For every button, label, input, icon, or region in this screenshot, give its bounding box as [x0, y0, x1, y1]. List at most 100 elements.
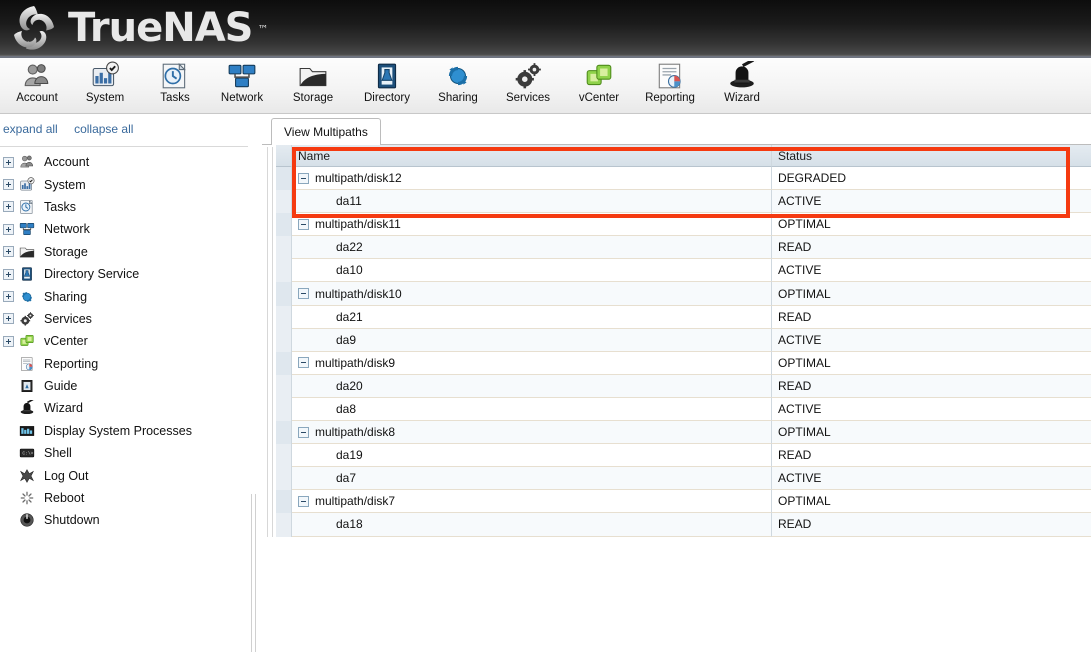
status-badge: ACTIVE: [778, 401, 822, 416]
expand-plus-icon[interactable]: [3, 335, 14, 347]
cell-status: ACTIVE: [772, 397, 1091, 422]
toolbar-item-sharing[interactable]: Sharing: [421, 61, 495, 111]
cell-name-text: da20: [336, 378, 363, 393]
system-icon: [19, 176, 37, 193]
multipaths-panel: Name Status multipath/disk12 DEGRADED da11 AC…: [262, 145, 1091, 539]
cell-status: ACTIVE: [772, 467, 1091, 491]
sidebar-item-label: Storage: [44, 244, 88, 259]
collapse-all-link[interactable]: collapse all: [74, 122, 133, 136]
sidebar-item-directory-service[interactable]: Directory Service: [0, 263, 260, 285]
content-area: View Multipaths Name Status multipath/disk…: [262, 114, 1091, 539]
sidebar-item-reboot[interactable]: Reboot: [0, 487, 260, 509]
sidebar-item-vcenter[interactable]: vCenter: [0, 330, 260, 352]
toolbar-item-tasks[interactable]: Tasks: [138, 61, 212, 111]
sidebar-scrollbar[interactable]: [248, 114, 262, 652]
toolbar-item-storage[interactable]: Storage: [276, 61, 350, 111]
table-row[interactable]: da18 READ: [276, 513, 1091, 537]
cell-name-text: multipath/disk11: [315, 217, 401, 232]
table-row[interactable]: multipath/disk9 OPTIMAL: [276, 351, 1091, 375]
table-row[interactable]: da11 ACTIVE: [276, 190, 1091, 214]
grid-gutter-cell: [276, 328, 292, 352]
grid-gutter-cell: [276, 167, 292, 191]
expand-plus-icon[interactable]: [3, 201, 14, 213]
table-row[interactable]: da22 READ: [276, 236, 1091, 260]
table-row[interactable]: da20 READ: [276, 374, 1091, 398]
sidebar-item-sharing[interactable]: Sharing: [0, 285, 260, 307]
collapse-minus-icon[interactable]: [298, 288, 309, 300]
tab-view-multipaths[interactable]: View Multipaths: [271, 118, 381, 145]
table-row[interactable]: da7 ACTIVE: [276, 467, 1091, 491]
status-badge: ACTIVE: [778, 263, 822, 278]
cell-name: da22: [292, 236, 772, 260]
cell-status: READ: [772, 305, 1091, 329]
sidebar-item-display-system-processes[interactable]: Display System Processes: [0, 420, 260, 442]
table-row[interactable]: multipath/disk8 OPTIMAL: [276, 421, 1091, 445]
status-badge: OPTIMAL: [778, 217, 831, 232]
table-row[interactable]: da19 READ: [276, 444, 1091, 468]
toolbar-item-account[interactable]: Account: [0, 61, 74, 111]
sidebar-item-storage[interactable]: Storage: [0, 241, 260, 263]
sidebar-item-tasks[interactable]: Tasks: [0, 196, 260, 218]
sidebar-item-wizard[interactable]: Wizard: [0, 397, 260, 419]
table-row[interactable]: multipath/disk12 DEGRADED: [276, 167, 1091, 191]
table-row[interactable]: da21 READ: [276, 305, 1091, 329]
expand-plus-icon[interactable]: [3, 223, 14, 235]
table-row[interactable]: multipath/disk10 OPTIMAL: [276, 282, 1091, 306]
toolbar-item-services[interactable]: Services: [491, 61, 565, 111]
table-row[interactable]: da8 ACTIVE: [276, 397, 1091, 422]
cell-status: ACTIVE: [772, 259, 1091, 283]
cell-name-text: da8: [336, 401, 357, 416]
expand-plus-icon[interactable]: [3, 179, 14, 191]
expand-all-link[interactable]: expand all: [3, 122, 58, 136]
status-badge: READ: [778, 517, 812, 532]
directory-icon: [19, 266, 37, 282]
panel-scrollbar[interactable]: [264, 145, 276, 539]
expand-plus-icon[interactable]: [3, 313, 14, 325]
guide-icon: [19, 378, 37, 394]
sidebar-item-reporting[interactable]: Reporting: [0, 353, 260, 375]
grid-header-row: Name Status: [276, 145, 1091, 167]
expand-plus-icon[interactable]: [3, 291, 14, 303]
sharing-icon: [443, 61, 473, 91]
cell-name: multipath/disk9: [292, 351, 772, 375]
cell-name: da10: [292, 259, 772, 283]
table-row[interactable]: da9 ACTIVE: [276, 328, 1091, 352]
cell-name-text: da7: [336, 471, 357, 486]
table-row[interactable]: da10 ACTIVE: [276, 259, 1091, 283]
collapse-minus-icon[interactable]: [298, 357, 309, 369]
sidebar-item-system[interactable]: System: [0, 173, 260, 195]
toolbar-item-network[interactable]: Network: [205, 61, 279, 111]
expand-plus-icon[interactable]: [3, 246, 14, 258]
cell-status: OPTIMAL: [772, 213, 1091, 237]
sidebar-item-log-out[interactable]: Log Out: [0, 464, 260, 486]
storage-icon: [19, 244, 37, 260]
expand-plus-icon[interactable]: [3, 268, 14, 280]
status-badge: ACTIVE: [778, 194, 822, 209]
sidebar-item-network[interactable]: Network: [0, 218, 260, 240]
toolbar-item-directory[interactable]: Directory: [350, 61, 424, 111]
status-badge: OPTIMAL: [778, 494, 831, 509]
toolbar-item-wizard[interactable]: Wizard: [705, 57, 779, 111]
collapse-minus-icon[interactable]: [298, 426, 309, 438]
sidebar-item-guide[interactable]: Guide: [0, 375, 260, 397]
sidebar-item-shell[interactable]: C:\> Shell: [0, 442, 260, 464]
table-row[interactable]: multipath/disk11 OPTIMAL: [276, 213, 1091, 237]
collapse-minus-icon[interactable]: [298, 218, 309, 230]
collapse-minus-icon[interactable]: [298, 495, 309, 507]
sidebar-item-services[interactable]: Services: [0, 308, 260, 330]
column-header-status[interactable]: Status: [772, 145, 1091, 167]
sidebar-item-account[interactable]: Account: [0, 151, 260, 173]
expand-plus-icon[interactable]: [3, 156, 14, 168]
table-row[interactable]: multipath/disk7 OPTIMAL: [276, 490, 1091, 514]
reporting-icon: [19, 356, 37, 372]
cell-status: ACTIVE: [772, 328, 1091, 352]
sidebar-item-shutdown[interactable]: Shutdown: [0, 509, 260, 531]
scrollbar-line: [251, 494, 252, 652]
collapse-minus-icon[interactable]: [298, 172, 309, 184]
column-header-name[interactable]: Name: [292, 145, 772, 167]
toolbar-item-system[interactable]: System: [68, 61, 142, 111]
cell-name: multipath/disk12: [292, 167, 772, 191]
cell-name-text: multipath/disk10: [315, 286, 402, 301]
toolbar-item-vcenter[interactable]: vCenter: [562, 61, 636, 111]
toolbar-item-reporting[interactable]: Reporting: [633, 61, 707, 111]
